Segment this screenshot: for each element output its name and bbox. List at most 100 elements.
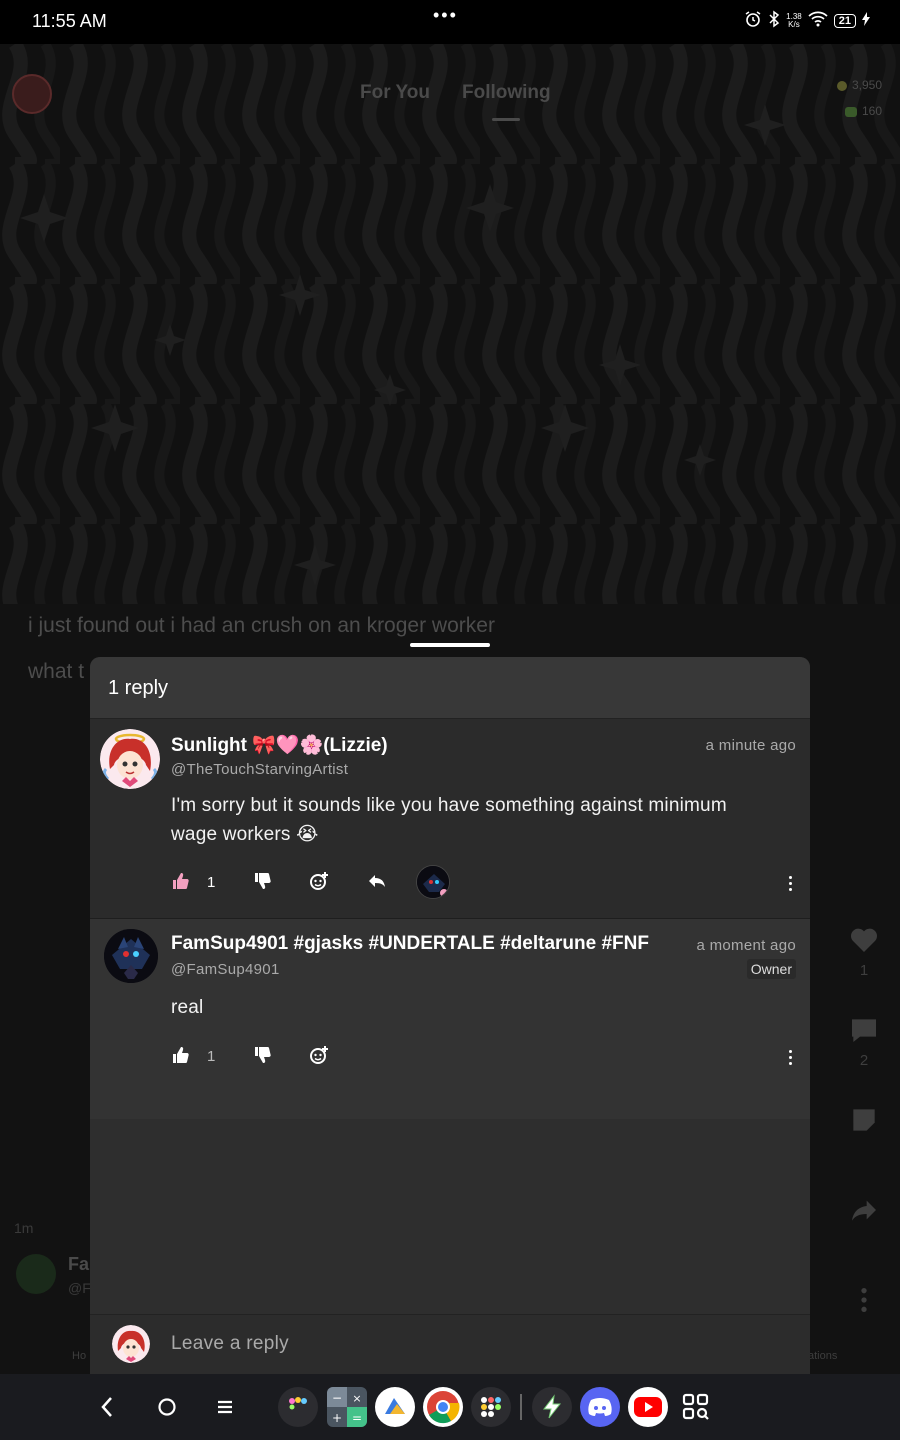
coin-icon bbox=[836, 80, 847, 91]
active-tab-indicator bbox=[492, 118, 520, 121]
reply-actions: 1 bbox=[171, 1043, 796, 1073]
reply-button[interactable] bbox=[367, 871, 391, 895]
reply-more-button[interactable] bbox=[784, 1045, 796, 1069]
dock-divider bbox=[520, 1394, 522, 1420]
thumbs-down-icon bbox=[255, 873, 271, 889]
svg-text:−: − bbox=[332, 1391, 342, 1405]
tab-following[interactable]: Following bbox=[462, 82, 551, 104]
top-navigation: For You Following 3,950 160 bbox=[0, 62, 900, 121]
heart-icon bbox=[850, 928, 878, 952]
comment-button[interactable]: 2 bbox=[842, 1014, 886, 1104]
thumbs-up-button[interactable] bbox=[171, 871, 195, 895]
coin-count: 3,950 bbox=[851, 78, 882, 92]
alarm-icon bbox=[744, 10, 762, 31]
post-more-button[interactable] bbox=[842, 1284, 886, 1374]
comment-more-button[interactable] bbox=[784, 871, 796, 895]
gem-icon bbox=[844, 106, 857, 117]
comment-actions: 1 bbox=[171, 865, 796, 899]
tab-for-you[interactable]: For You bbox=[360, 82, 430, 104]
charging-icon bbox=[862, 12, 870, 29]
app-grid-icon[interactable] bbox=[676, 1387, 716, 1427]
lightning-app-icon[interactable] bbox=[532, 1387, 572, 1427]
battery-indicator: 21 bbox=[833, 13, 856, 28]
sheet-drag-handle[interactable] bbox=[410, 643, 490, 647]
reply-input-bar[interactable]: Leave a reply bbox=[90, 1314, 810, 1374]
files-app-icon[interactable] bbox=[375, 1387, 415, 1427]
reply-body: real bbox=[171, 997, 204, 1018]
thumbs-up-button[interactable] bbox=[171, 1045, 195, 1069]
profile-avatar[interactable] bbox=[12, 74, 52, 114]
comment-count: 2 bbox=[859, 1052, 869, 1069]
back-chevron-icon bbox=[101, 1397, 112, 1417]
commenter-name[interactable]: Sunlight 🎀🩷🌸(Lizzie) bbox=[171, 733, 388, 757]
thumbs-down-icon bbox=[255, 1047, 271, 1063]
post-author-handle: @F bbox=[68, 1280, 91, 1296]
discord-app-icon[interactable] bbox=[580, 1387, 620, 1427]
svg-text:+: + bbox=[332, 1411, 342, 1425]
sticker-icon bbox=[853, 1109, 875, 1131]
commenter-avatar[interactable] bbox=[100, 729, 160, 789]
network-speed: 1.38 K/s bbox=[786, 11, 802, 29]
system-navigation-bar: − × + = bbox=[0, 1374, 900, 1440]
svg-text:×: × bbox=[352, 1392, 361, 1405]
replier-handle: @FamSup4901 bbox=[171, 961, 280, 978]
youtube-app-icon[interactable] bbox=[628, 1387, 668, 1427]
bottom-tab-notifications[interactable]: ations bbox=[808, 1350, 837, 1362]
thumbs-down-button[interactable] bbox=[253, 1045, 277, 1069]
like-button[interactable]: 1 bbox=[842, 924, 886, 1014]
post-text-line-2: what t bbox=[28, 660, 85, 683]
comment-icon bbox=[852, 1019, 876, 1042]
more-dots-indicator[interactable]: ••• bbox=[433, 5, 458, 26]
thumbs-up-icon bbox=[173, 873, 189, 889]
post-text-line-1: i just found out i had an crush on an kr… bbox=[28, 614, 495, 637]
bluetooth-icon bbox=[768, 10, 780, 31]
recents-button[interactable] bbox=[210, 1392, 240, 1422]
current-user-avatar bbox=[112, 1325, 150, 1363]
reply-arrow-icon bbox=[369, 875, 385, 887]
post-author-avatar[interactable] bbox=[16, 1254, 56, 1294]
sticker-button[interactable] bbox=[842, 1104, 886, 1194]
status-icons: 1.38 K/s 21 bbox=[744, 10, 870, 31]
thumbs-down-button[interactable] bbox=[253, 871, 277, 895]
back-button[interactable] bbox=[92, 1392, 122, 1422]
folder-app-icon[interactable] bbox=[278, 1387, 318, 1427]
wavy-background-pattern bbox=[0, 44, 900, 604]
add-reaction-button[interactable] bbox=[309, 1045, 333, 1069]
post-author-name[interactable]: Fa bbox=[68, 1254, 89, 1275]
owner-badge: Owner bbox=[746, 959, 796, 979]
chrome-app-icon[interactable] bbox=[423, 1387, 463, 1427]
reply-comment: FamSup4901 #gjasks #UNDERTALE #deltarune… bbox=[90, 919, 810, 1119]
share-button[interactable] bbox=[842, 1194, 886, 1284]
gem-count: 160 bbox=[861, 104, 882, 118]
status-bar: 11:55 AM ••• 1.38 K/s 21 bbox=[0, 0, 900, 44]
more-vertical-icon bbox=[861, 1288, 867, 1312]
menu-lines-icon bbox=[218, 1400, 232, 1414]
replier-avatar[interactable] bbox=[104, 929, 158, 983]
parent-comment: Sunlight 🎀🩷🌸(Lizzie) @TheTouchStarvingAr… bbox=[90, 719, 810, 919]
like-count: 1 bbox=[207, 874, 216, 891]
post-side-actions: 1 2 bbox=[842, 924, 886, 1374]
replier-name[interactable]: FamSup4901 #gjasks #UNDERTALE #deltarune… bbox=[171, 933, 649, 955]
calculator-app-icon[interactable]: − × + = bbox=[327, 1387, 367, 1427]
like-count: 1 bbox=[207, 1048, 216, 1065]
comment-body: I'm sorry but it sounds like you have so… bbox=[171, 795, 727, 845]
commenter-handle: @TheTouchStarvingArtist bbox=[171, 761, 349, 778]
liked-by-owner-heart-icon bbox=[440, 889, 448, 897]
add-reaction-button[interactable] bbox=[309, 871, 333, 895]
bottom-tab-home[interactable]: Ho bbox=[72, 1350, 86, 1362]
like-count: 1 bbox=[859, 962, 869, 979]
home-circle-icon bbox=[158, 1398, 176, 1416]
wifi-icon bbox=[808, 11, 828, 30]
thumbs-up-icon bbox=[173, 1047, 189, 1063]
app-folder-icon[interactable] bbox=[471, 1387, 511, 1427]
home-button[interactable] bbox=[152, 1392, 182, 1422]
currency-balance[interactable]: 3,950 160 bbox=[836, 72, 882, 124]
add-emoji-icon bbox=[310, 1046, 328, 1064]
owner-reply-avatar[interactable] bbox=[416, 865, 450, 899]
replies-header: 1 reply bbox=[90, 657, 810, 719]
share-icon bbox=[852, 1200, 876, 1221]
clock: 11:55 AM bbox=[32, 11, 107, 31]
replies-sheet: 1 reply Sunlight 🎀🩷🌸(Lizzie) @TheTouchSt… bbox=[90, 657, 810, 1373]
reply-input-placeholder[interactable]: Leave a reply bbox=[171, 1333, 289, 1355]
add-emoji-icon bbox=[310, 872, 328, 890]
